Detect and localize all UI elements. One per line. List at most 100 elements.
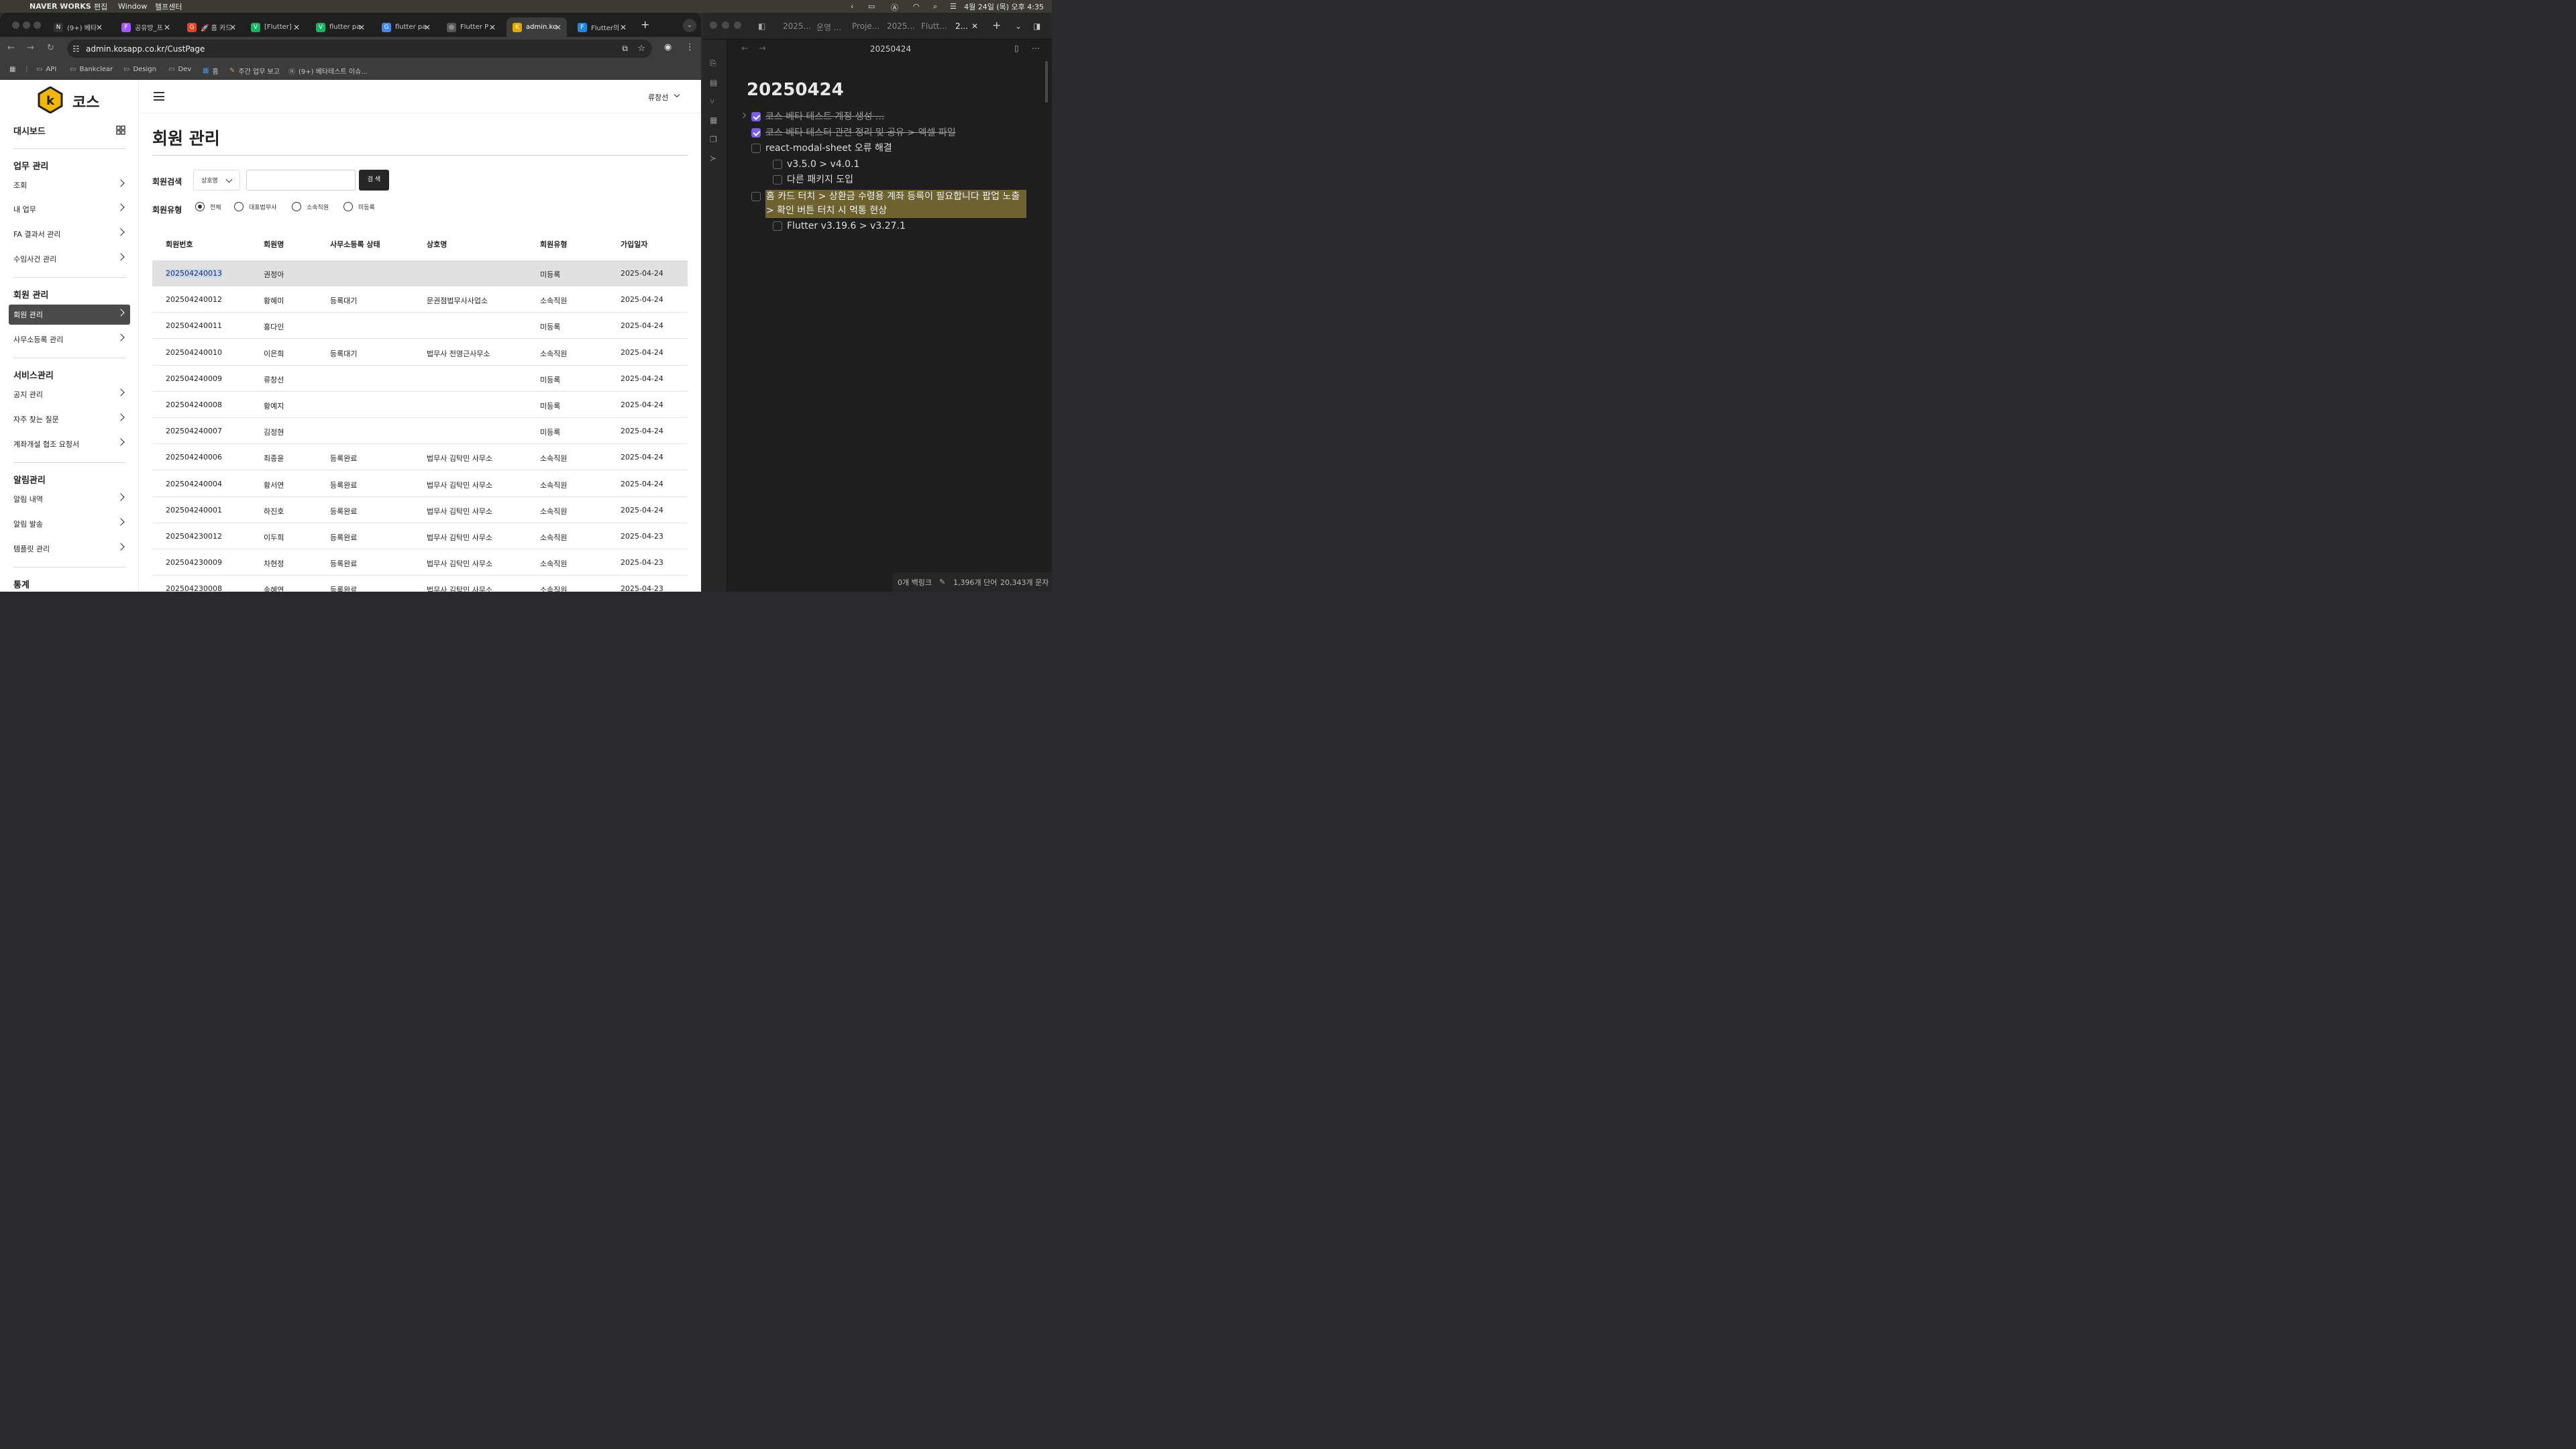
- sidebar-dashboard[interactable]: 대시보드: [13, 124, 46, 137]
- browser-tab[interactable]: ◎ Flutter P ✕: [441, 17, 501, 37]
- window-zoom-button[interactable]: [34, 21, 41, 29]
- column-header[interactable]: 사무소등록 상태: [330, 239, 380, 250]
- column-header[interactable]: 회원명: [264, 239, 284, 250]
- close-icon[interactable]: ✕: [293, 23, 300, 32]
- window-close-button[interactable]: [710, 21, 717, 29]
- task-item[interactable]: 코스 베타 테스트 계정 생성 ...: [751, 110, 1020, 124]
- table-row[interactable]: 202504240007 김정현 미등록 2025-04-24: [152, 418, 688, 445]
- obsidian-tab[interactable]: 운영 ...: [816, 21, 841, 33]
- sidebar-item-inquiry[interactable]: 조회: [9, 175, 130, 195]
- backlinks-count[interactable]: 0개 백링크: [898, 577, 932, 588]
- task-item[interactable]: react-modal-sheet 오류 해결: [751, 142, 1020, 156]
- close-icon[interactable]: ✕: [164, 23, 170, 32]
- window-minimize-button[interactable]: [722, 21, 729, 29]
- bookmark-folder-bankclear[interactable]: ▭ Bankclear: [70, 66, 113, 73]
- table-row[interactable]: 202504240006 최종윤 등록완료 법무사 김탁민 사무소 소속직원 2025-0…: [152, 444, 688, 471]
- browser-tab[interactable]: V [Flutter] ✕: [245, 17, 305, 37]
- browser-tab[interactable]: F Flutter의 ✕: [572, 17, 632, 37]
- bookmark-beta-issues[interactable]: Ⓝ (9+) 베타테스트 이슈...: [288, 66, 368, 76]
- fold-chevron-icon[interactable]: [740, 112, 747, 119]
- sidebar-item-account-request[interactable]: 계좌개설 협조 요청서: [9, 434, 130, 454]
- tab-search-chevron-icon[interactable]: ⌄: [683, 19, 696, 32]
- reload-icon[interactable]: ↻: [47, 43, 54, 53]
- table-row[interactable]: 202504240008 황예지 미등록 2025-04-24: [152, 392, 688, 418]
- address-url[interactable]: admin.kosapp.co.kr/CustPage: [86, 44, 205, 54]
- task-item[interactable]: v3.5.0 > v4.0.1: [773, 158, 1014, 172]
- task-checkbox[interactable]: [773, 175, 782, 184]
- window-close-button[interactable]: [12, 21, 19, 29]
- profile-icon[interactable]: ◉: [664, 42, 672, 52]
- new-tab-button[interactable]: +: [992, 19, 1001, 32]
- back-chevron-icon[interactable]: ‹: [851, 2, 853, 11]
- table-row[interactable]: 202504240009 류창선 미등록 2025-04-24: [152, 366, 688, 392]
- sidebar-item-notices[interactable]: 공지 관리: [9, 384, 130, 405]
- bookmark-weekly-report[interactable]: ✎ 주간 업무 보고: [229, 66, 280, 76]
- sidebar-item-alert-send[interactable]: 알림 발송: [9, 514, 130, 534]
- canvas-icon[interactable]: ▦: [710, 115, 720, 125]
- close-icon[interactable]: ✕: [358, 23, 365, 32]
- obsidian-tab[interactable]: Proje...: [852, 21, 879, 31]
- more-options-icon[interactable]: ⋯: [1032, 44, 1040, 53]
- browser-tab[interactable]: N (9+) 베타 ✕: [48, 17, 108, 37]
- table-row[interactable]: 202504240013 권정아 미등록 2025-04-24: [152, 260, 688, 286]
- bookmark-folder-api[interactable]: ▭ API: [36, 66, 56, 73]
- radio-staff[interactable]: 소속직원: [292, 202, 329, 211]
- close-icon[interactable]: ✕: [424, 23, 431, 32]
- close-icon[interactable]: ✕: [555, 23, 561, 32]
- task-item[interactable]: 코스 베타 테스터 관련 정리 및 공유 > 엑셀 파일: [751, 126, 1020, 140]
- task-checkbox[interactable]: [773, 221, 782, 231]
- obsidian-tab[interactable]: 2025...: [887, 21, 915, 31]
- column-header[interactable]: 가입일자: [621, 239, 647, 250]
- close-icon[interactable]: ✕: [96, 23, 103, 32]
- table-row[interactable]: 202504240011 홍다인 미등록 2025-04-24: [152, 313, 688, 339]
- sidebar-item-templates[interactable]: 템플릿 관리: [9, 539, 130, 559]
- browser-tab[interactable]: Vflutter pa ✕: [310, 17, 370, 37]
- table-row[interactable]: 202504230012 이두희 등록완료 법무사 김탁민 사무소 소속직원 2025-0…: [152, 523, 688, 549]
- table-row[interactable]: 202504230009 차현정 등록완료 법무사 김탁민 사무소 소속직원 2025-0…: [152, 549, 688, 576]
- menu-window[interactable]: Window: [118, 2, 147, 11]
- task-item[interactable]: 홈 카드 터치 > 상환금 수령용 계좌 등록이 필요합니다 팝업 노출 > 확…: [751, 190, 1026, 218]
- bookmark-home[interactable]: ▦ 홈: [203, 66, 219, 76]
- column-header[interactable]: 회원유형: [540, 239, 567, 250]
- graph-view-icon[interactable]: ⑂: [710, 97, 720, 106]
- terminal-icon[interactable]: ≻: [710, 154, 720, 163]
- open-file-icon[interactable]: ⎘: [710, 58, 720, 68]
- note-title[interactable]: 20250424: [747, 80, 844, 100]
- close-icon[interactable]: ✕: [489, 23, 496, 32]
- obsidian-tab[interactable]: 2025...: [783, 21, 811, 31]
- sidebar-item-cases[interactable]: 수임사건 관리: [9, 249, 130, 269]
- table-row[interactable]: 202504240001 하진호 등록완료 법무사 김탁민 사무소 소속직원 2025-0…: [152, 497, 688, 523]
- sidebar-item-fa-report[interactable]: FA 결과서 관리: [9, 224, 130, 244]
- back-arrow-icon[interactable]: ←: [741, 44, 749, 54]
- forward-arrow-icon[interactable]: →: [759, 44, 766, 54]
- radio-representative[interactable]: 대표법무사: [234, 202, 276, 211]
- spotlight-search-icon[interactable]: ⌕: [933, 2, 937, 11]
- sidebar-item-office-registration[interactable]: 사무소등록 관리: [9, 329, 130, 350]
- browser-tab[interactable]: F 공유방_프 ✕: [115, 17, 176, 37]
- sidebar-item-faq[interactable]: 자주 찾는 질문: [9, 409, 130, 429]
- dashboard-grid-icon[interactable]: [116, 125, 125, 135]
- control-center-icon[interactable]: ☰: [950, 2, 957, 11]
- scrollbar[interactable]: [1045, 61, 1048, 103]
- apps-grid-icon[interactable]: ▦: [9, 66, 15, 73]
- hamburger-menu-icon[interactable]: [154, 92, 164, 101]
- browser-tab[interactable]: G 🚀 홈 카드 ✕: [181, 17, 241, 37]
- search-input[interactable]: [246, 170, 356, 191]
- right-sidebar-toggle-icon[interactable]: ◨: [1033, 21, 1040, 31]
- more-menu-icon[interactable]: ⋮: [686, 42, 694, 52]
- kos-logo-icon[interactable]: k: [37, 87, 64, 113]
- reading-view-icon[interactable]: ▯: [1014, 44, 1019, 53]
- user-menu[interactable]: 류창선: [648, 92, 668, 103]
- new-tab-button[interactable]: +: [641, 18, 649, 31]
- sidebar-item-alert-history[interactable]: 알림 내역: [9, 489, 130, 509]
- sidebar-item-my-work[interactable]: 내 업무: [9, 199, 130, 219]
- column-header[interactable]: 회원번호: [166, 239, 193, 250]
- edit-pencil-icon[interactable]: ✎: [939, 578, 945, 586]
- menubar-clock[interactable]: 4월 24일 (목) 오후 4:35: [964, 1, 1044, 12]
- table-row[interactable]: 202504230008 송혜연 등록완료 법무사 김탁민 사무소 소속직원 2025-0…: [152, 576, 688, 592]
- sidebar-item-member-management[interactable]: 회원 관리: [9, 305, 130, 325]
- forward-arrow-icon[interactable]: →: [27, 43, 34, 53]
- close-icon[interactable]: ✕: [229, 23, 236, 32]
- browser-tab-active[interactable]: Kadmin.kos✕: [506, 17, 567, 37]
- address-bar[interactable]: ☷ admin.kosapp.co.kr/CustPage ⧉ ☆: [67, 40, 652, 58]
